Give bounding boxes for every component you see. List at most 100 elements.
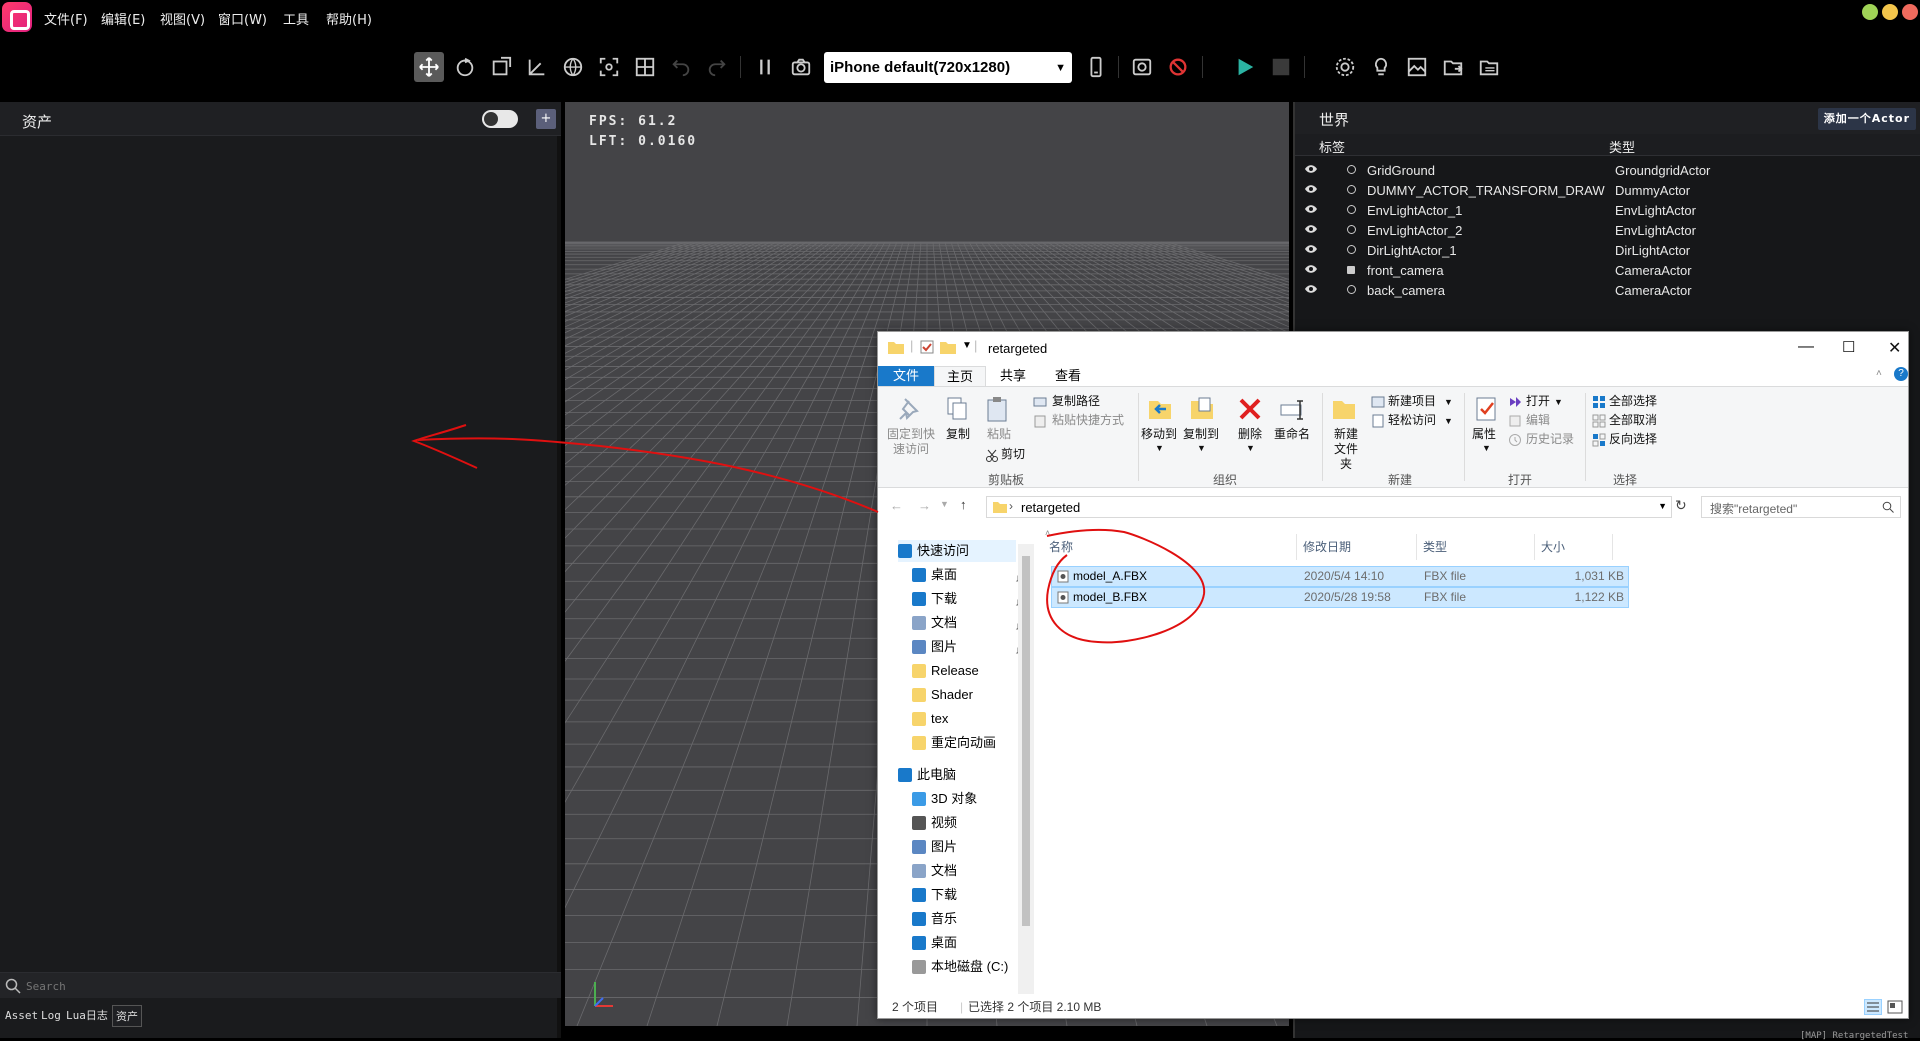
paste-icon[interactable] <box>984 395 1012 423</box>
history-icon[interactable] <box>1508 433 1522 447</box>
column-label-header[interactable]: 标签 <box>1319 137 1345 156</box>
eye-icon[interactable] <box>1304 284 1318 294</box>
eye-icon[interactable] <box>1304 184 1318 194</box>
device-select[interactable]: iPhone default(720x1280) ▼ <box>824 52 1072 83</box>
nav-this-pc[interactable]: 此电脑 <box>898 764 1016 786</box>
actor-row[interactable]: GridGround GroundgridActor <box>1295 160 1920 180</box>
eye-icon[interactable] <box>1304 164 1318 174</box>
nav-scrollbar[interactable] <box>1018 544 1034 994</box>
nav-item[interactable]: 音乐 <box>912 908 1016 930</box>
column-name-header[interactable]: 名称 <box>1043 534 1297 560</box>
nav-item[interactable]: 桌面 <box>912 564 1025 586</box>
select-all-icon[interactable] <box>1592 395 1606 409</box>
actor-row[interactable]: DirLightActor_1 DirLightActor <box>1295 240 1920 260</box>
properties-quick-icon[interactable] <box>920 340 934 354</box>
open-label[interactable]: 打开 <box>1526 394 1550 409</box>
menu-help[interactable]: 帮助(H) <box>326 9 372 28</box>
select-all-label[interactable]: 全部选择 <box>1609 394 1657 409</box>
delete-chevron-icon[interactable]: ▼ <box>1246 441 1255 456</box>
eye-icon[interactable] <box>1304 224 1318 234</box>
tab-file[interactable]: 文件 <box>878 366 934 386</box>
tab-view[interactable]: 查看 <box>1043 366 1093 386</box>
eye-icon[interactable] <box>1304 244 1318 254</box>
column-size-header[interactable]: 大小 <box>1535 534 1613 560</box>
address-input[interactable]: › retargeted ▼ <box>986 496 1672 518</box>
export-folder-icon[interactable] <box>1438 52 1468 82</box>
actor-row[interactable]: EnvLightActor_2 EnvLightActor <box>1295 220 1920 240</box>
copy-path-label[interactable]: 复制路径 <box>1052 394 1100 409</box>
add-asset-button[interactable]: + <box>536 109 556 129</box>
easy-access-icon[interactable] <box>1371 414 1385 428</box>
cut-icon[interactable] <box>985 449 999 463</box>
select-none-label[interactable]: 全部取消 <box>1609 413 1657 428</box>
nav-item[interactable]: 文档 <box>912 612 1025 634</box>
undo-icon[interactable] <box>666 52 696 82</box>
actor-row[interactable]: DUMMY_ACTOR_TRANSFORM_DRAW DummyActor <box>1295 180 1920 200</box>
copy-to-chevron-icon[interactable]: ▼ <box>1197 441 1206 456</box>
globe-icon[interactable] <box>558 52 588 82</box>
tab-lua-log[interactable]: Lua日志 <box>63 1005 111 1027</box>
open-chevron-icon[interactable]: ▼ <box>1554 395 1563 410</box>
open-icon[interactable] <box>1508 395 1522 409</box>
paste-shortcut-icon[interactable] <box>1033 414 1047 428</box>
pause-icon[interactable] <box>750 52 780 82</box>
properties-icon[interactable] <box>1473 395 1501 423</box>
new-folder-icon[interactable] <box>1330 395 1358 423</box>
menu-edit[interactable]: 编辑(E) <box>101 9 145 28</box>
actor-row[interactable]: back_camera CameraActor <box>1295 280 1920 300</box>
menu-view[interactable]: 视图(V) <box>160 9 205 28</box>
menu-file[interactable]: 文件(F) <box>44 9 88 28</box>
collapse-ribbon-icon[interactable]: ˄ <box>1876 368 1882 379</box>
nav-item[interactable]: 图片 <box>912 636 1025 658</box>
nav-item[interactable]: Release <box>912 660 1016 682</box>
refresh-icon[interactable]: ↻ <box>1675 497 1687 514</box>
help-icon[interactable]: ? <box>1894 367 1908 381</box>
window-maximize-icon[interactable]: ☐ <box>1842 338 1855 356</box>
nav-item[interactable]: 下载 <box>912 884 1016 906</box>
rename-icon[interactable] <box>1278 395 1306 423</box>
delete-icon[interactable] <box>1236 395 1264 423</box>
tab-assets[interactable]: 资产 <box>112 1005 142 1027</box>
axis-tool-icon[interactable] <box>522 52 552 82</box>
file-row[interactable]: model_B.FBX 2020/5/28 19:58 FBX file 1,122 … <box>1051 587 1629 608</box>
tab-home[interactable]: 主页 <box>934 366 986 386</box>
edit-label[interactable]: 编辑 <box>1526 413 1550 428</box>
actor-row[interactable]: front_camera CameraActor <box>1295 260 1920 280</box>
nav-item[interactable]: 图片 <box>912 836 1016 858</box>
close-icon[interactable] <box>1902 4 1918 20</box>
pin-icon[interactable] <box>895 395 923 423</box>
cut-label[interactable]: 剪切 <box>1001 447 1025 462</box>
add-actor-button[interactable]: 添加一个Actor <box>1817 108 1916 130</box>
nav-scroll-thumb[interactable] <box>1022 556 1030 926</box>
nav-item[interactable]: Shader <box>912 684 1016 706</box>
easy-access-label[interactable]: 轻松访问 <box>1388 413 1436 428</box>
edit-icon[interactable] <box>1508 414 1522 428</box>
redo-icon[interactable] <box>702 52 732 82</box>
gear-icon[interactable] <box>1330 52 1360 82</box>
grid-snap-icon[interactable] <box>630 52 660 82</box>
nav-quick-access[interactable]: 快速访问 <box>898 540 1016 562</box>
stop-record-icon[interactable] <box>1163 52 1193 82</box>
customize-quick-access-icon[interactable]: ▼ <box>962 340 972 351</box>
rotate-tool-icon[interactable] <box>450 52 480 82</box>
window-close-icon[interactable]: ✕ <box>1888 338 1901 358</box>
select-none-icon[interactable] <box>1592 414 1606 428</box>
back-icon[interactable]: ← <box>890 498 903 513</box>
new-item-icon[interactable] <box>1371 395 1385 409</box>
invert-selection-icon[interactable] <box>1592 433 1606 447</box>
folder-list-icon[interactable] <box>1474 52 1504 82</box>
nav-item[interactable]: 下载 <box>912 588 1025 610</box>
maximize-icon[interactable] <box>1882 4 1898 20</box>
eye-icon[interactable] <box>1304 264 1318 274</box>
refresh-device-icon[interactable] <box>1127 52 1157 82</box>
menu-window[interactable]: 窗口(W) <box>218 9 267 28</box>
copy-icon[interactable] <box>943 395 971 423</box>
nav-item[interactable]: tex <box>912 708 1016 730</box>
nav-item[interactable]: 重定向动画 <box>912 732 1016 754</box>
menu-tools[interactable]: 工具 <box>283 9 309 28</box>
stop-icon[interactable] <box>1266 52 1296 82</box>
image-icon[interactable] <box>1402 52 1432 82</box>
details-view-icon[interactable] <box>1864 999 1882 1015</box>
move-tool-icon[interactable] <box>414 52 444 82</box>
scale-tool-icon[interactable] <box>486 52 516 82</box>
